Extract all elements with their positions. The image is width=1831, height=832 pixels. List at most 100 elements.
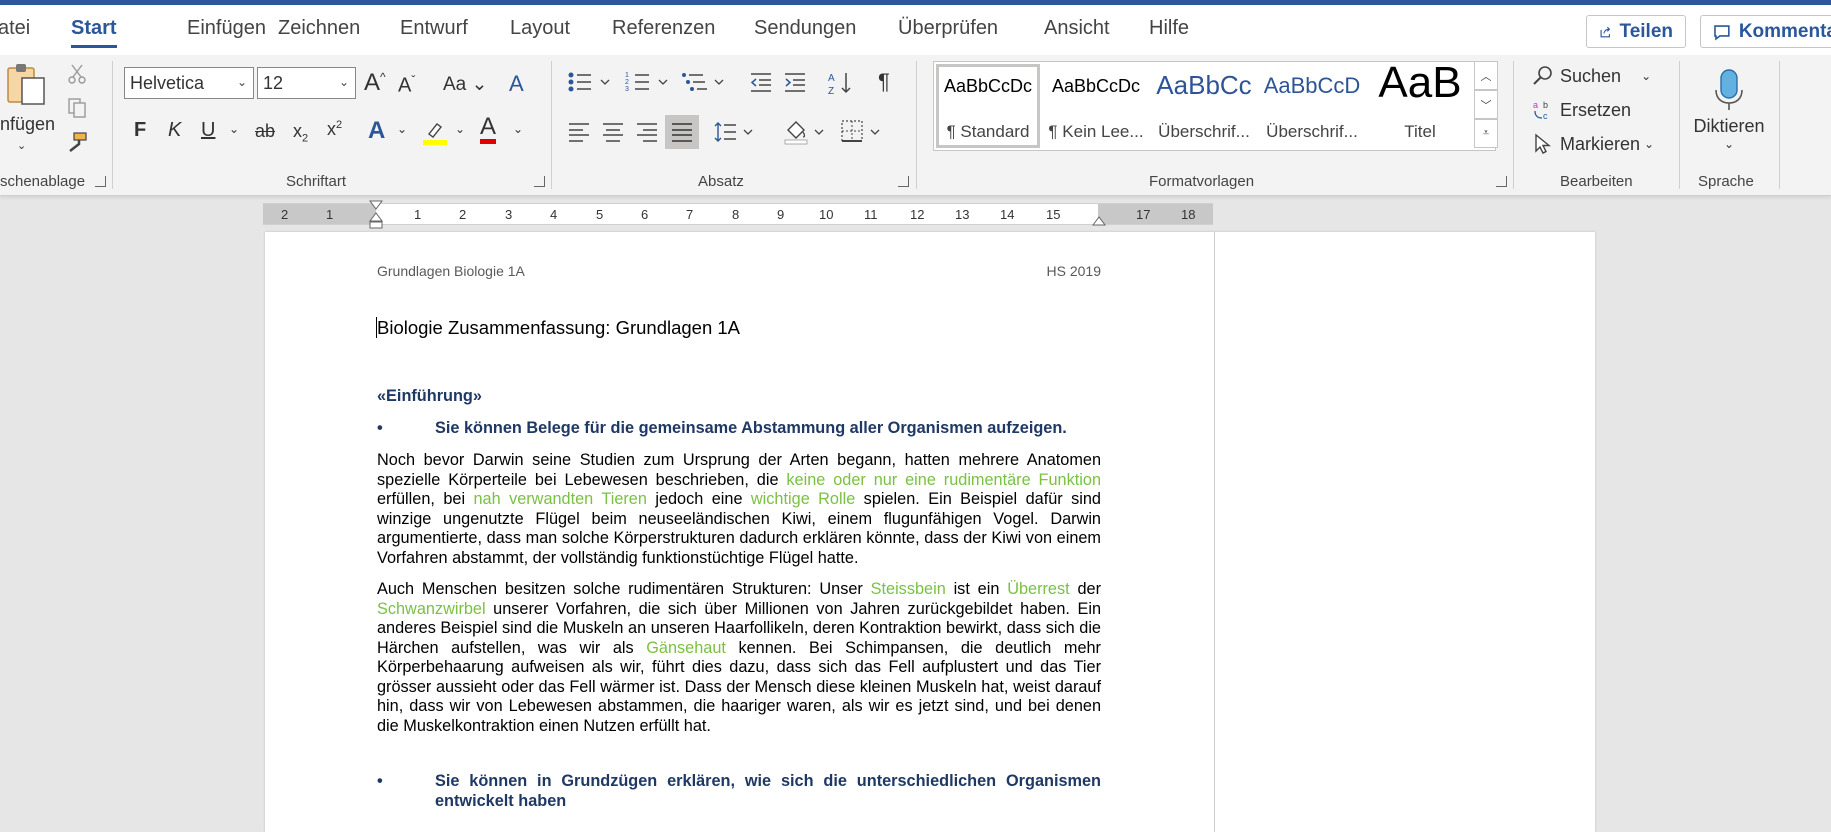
group-separator — [551, 61, 552, 189]
style-title[interactable]: AaB Titel — [1368, 58, 1472, 148]
style-sample: AaBbCc — [1156, 70, 1252, 100]
svg-text:a: a — [1533, 100, 1538, 110]
format-painter-button[interactable] — [64, 129, 90, 155]
copy-button[interactable] — [64, 95, 90, 121]
tab-start[interactable]: Start — [71, 17, 117, 48]
styles-launcher-icon[interactable] — [1496, 176, 1507, 187]
svg-text:1: 1 — [625, 72, 629, 79]
ruler-number: 13 — [955, 207, 970, 222]
tab-datei[interactable]: atei — [0, 17, 30, 40]
comments-button[interactable]: Kommenta — [1700, 15, 1831, 48]
align-center-button[interactable] — [600, 119, 626, 145]
bold-button[interactable]: F — [134, 119, 146, 142]
outdent-icon — [750, 73, 771, 92]
tab-layout[interactable]: Layout — [510, 17, 570, 40]
styles-group-label: Formatvorlagen — [1149, 173, 1255, 190]
paste-label[interactable]: nfügen — [0, 114, 55, 135]
replace-icon: acb — [1533, 100, 1548, 121]
grow-font-button[interactable]: A^ — [364, 69, 386, 97]
numbered-list-icon: 123 — [625, 72, 668, 93]
tab-ansicht[interactable]: Ansicht — [1044, 17, 1110, 40]
group-separator — [1779, 61, 1780, 189]
paragraph-2[interactable]: Auch Menschen besitzen solche rudimentär… — [377, 580, 1101, 736]
shading-button[interactable] — [782, 117, 830, 147]
more-styles-icon[interactable]: ⩡ — [1474, 119, 1498, 148]
text-run-green: Überrest — [1007, 580, 1070, 598]
chevron-down-icon[interactable]: ﹀ — [1474, 90, 1498, 119]
style-sample: AaBbCcDc — [943, 76, 1033, 96]
strikethrough-button[interactable]: ab — [255, 121, 275, 142]
show-formatting-button[interactable]: ¶ — [878, 69, 890, 95]
tab-hilfe[interactable]: Hilfe — [1149, 17, 1189, 40]
change-case-button[interactable]: Aa ⌄ — [443, 73, 487, 96]
share-button[interactable]: Teilen — [1586, 15, 1686, 48]
underline-dropdown-icon[interactable]: ⌄ — [229, 122, 239, 136]
select-button[interactable]: Markieren ⌄ — [1532, 129, 1692, 159]
multilevel-list-button[interactable] — [680, 69, 730, 95]
text-effects-dropdown-icon[interactable]: ⌄ — [397, 122, 407, 136]
highlight-dropdown-icon[interactable]: ⌄ — [455, 122, 465, 136]
dictate-label: Diktieren — [1693, 115, 1765, 136]
tab-zeichnen[interactable]: Zeichnen — [278, 17, 360, 40]
text-run: erfüllen, bei — [377, 490, 474, 508]
font-launcher-icon[interactable] — [534, 176, 545, 187]
dictate-button[interactable]: Diktieren ⌄ — [1690, 59, 1768, 159]
text-effects-button[interactable]: A — [368, 117, 385, 145]
align-right-button[interactable] — [634, 119, 660, 145]
svg-text:3: 3 — [625, 86, 629, 93]
right-indent-marker-icon[interactable] — [1092, 212, 1106, 226]
document-title[interactable]: Biologie Zusammenfassung: Grundlagen 1A — [376, 317, 1101, 339]
numbering-button[interactable]: 123 — [624, 69, 674, 95]
style-no-spacing[interactable]: AaBbCcDc ¶ Kein Lee... — [1044, 64, 1148, 148]
sort-button[interactable]: AZ — [826, 69, 854, 97]
paste-dropdown-icon[interactable]: ⌄ — [17, 139, 26, 152]
font-color-dropdown-icon[interactable]: ⌄ — [513, 122, 523, 136]
tab-referenzen[interactable]: Referenzen — [612, 17, 715, 40]
style-heading-2[interactable]: AaBbCcD Überschrif... — [1260, 64, 1364, 148]
font-color-button[interactable]: A — [480, 115, 497, 144]
section-heading: «Einführung» — [377, 387, 482, 405]
replace-label: Ersetzen — [1560, 99, 1632, 120]
tab-sendungen[interactable]: Sendungen — [754, 17, 856, 40]
find-button[interactable]: Suchen ⌄ — [1532, 61, 1692, 91]
replace-button[interactable]: acb Ersetzen — [1532, 95, 1692, 125]
bullets-button[interactable] — [566, 69, 616, 95]
underline-button[interactable]: U — [201, 119, 215, 142]
horizontal-ruler[interactable]: 2 1 1 2 3 4 5 6 7 8 9 10 11 12 13 14 15 … — [263, 200, 1213, 229]
style-heading-1[interactable]: AaBbCc Überschrif... — [1152, 64, 1256, 148]
share-label: Teilen — [1619, 20, 1674, 42]
decrease-indent-button[interactable] — [748, 69, 774, 95]
justify-button[interactable] — [665, 115, 699, 149]
superscript-button[interactable]: x2 — [327, 119, 342, 140]
learning-goal-1-text: Sie können Belege für die gemeinsame Abs… — [435, 419, 1067, 437]
align-left-button[interactable] — [566, 119, 592, 145]
paste-button[interactable] — [2, 61, 52, 109]
font-family-select[interactable]: Helvetica ⌄ — [124, 67, 254, 99]
increase-indent-button[interactable] — [782, 69, 808, 95]
font-group-label: Schriftart — [286, 173, 347, 190]
indent-marker-icon[interactable] — [369, 200, 383, 230]
page-edge — [1214, 232, 1215, 832]
tab-ueberpruefen[interactable]: Überprüfen — [898, 17, 998, 40]
italic-button[interactable]: K — [168, 119, 181, 142]
ribbon: nfügen ⌄ schenablage Helvetica ⌄ 12 ⌄ A^… — [0, 55, 1831, 196]
tab-einfuegen[interactable]: Einfügen — [187, 17, 266, 40]
line-spacing-button[interactable] — [712, 119, 758, 145]
borders-button[interactable] — [838, 117, 886, 147]
clear-formatting-icon[interactable]: A — [509, 71, 524, 97]
subscript-button[interactable]: x2 — [293, 121, 308, 145]
shrink-font-button[interactable]: Aˇ — [398, 73, 415, 98]
cut-button[interactable] — [64, 61, 90, 87]
line-spacing-icon — [714, 122, 753, 142]
paragraph-launcher-icon[interactable] — [898, 176, 909, 187]
font-size-select[interactable]: 12 ⌄ — [257, 67, 356, 99]
tab-entwurf[interactable]: Entwurf — [400, 17, 468, 40]
style-standard[interactable]: AaBbCcDc ¶ Standard — [936, 64, 1040, 148]
clipboard-launcher-icon[interactable] — [95, 176, 106, 187]
style-sample: AaBbCcD — [1263, 73, 1361, 98]
chevron-up-icon[interactable]: ︿ — [1474, 61, 1498, 90]
font-family-value: Helvetica — [130, 72, 205, 93]
paragraph-1[interactable]: Noch bevor Darwin seine Studien zum Ursp… — [377, 451, 1101, 568]
microphone-icon — [1715, 68, 1743, 110]
highlight-button[interactable] — [420, 117, 450, 147]
